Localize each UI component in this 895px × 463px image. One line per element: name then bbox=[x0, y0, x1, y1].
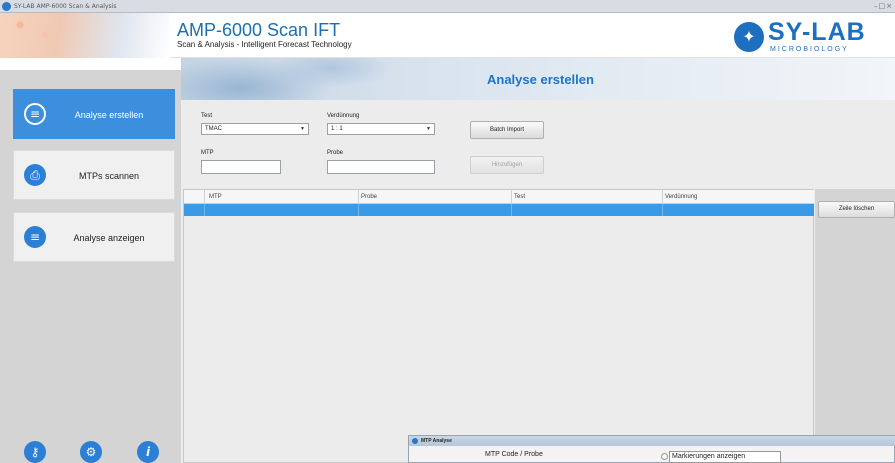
mtp-label: MTP bbox=[201, 150, 214, 156]
window-title: SY-LAB AMP-6000 Scan & Analysis bbox=[14, 3, 117, 10]
page-title: Analyse erstellen bbox=[487, 72, 594, 87]
show-markings-radio[interactable] bbox=[661, 453, 668, 460]
add-button[interactable]: Hinzufügen bbox=[470, 156, 544, 174]
column-header-verduennung[interactable]: Verdünnung bbox=[662, 190, 814, 204]
column-header-test[interactable]: Test bbox=[511, 190, 662, 204]
window-controls[interactable]: –□× bbox=[874, 1, 893, 12]
table-actions-panel bbox=[815, 189, 895, 463]
dilution-select[interactable]: 1 : 1 ▼ bbox=[327, 123, 435, 135]
sidebar-item-label: Analyse anzeigen bbox=[73, 233, 145, 243]
chevron-down-icon: ▼ bbox=[300, 126, 305, 132]
info-icon[interactable]: i bbox=[137, 441, 159, 463]
sidebar-item-label: Analyse erstellen bbox=[74, 110, 144, 120]
app-icon bbox=[412, 438, 418, 444]
sidebar-item-analyse-anzeigen[interactable]: ≡ Analyse anzeigen bbox=[13, 212, 175, 262]
dilution-label: Verdünnung bbox=[327, 113, 360, 119]
window-title-bar: SY-LAB AMP-6000 Scan & Analysis –□× bbox=[0, 0, 895, 13]
dilution-select-value: 1 : 1 bbox=[331, 126, 343, 132]
scanner-icon: ⎙ bbox=[24, 164, 46, 186]
sample-label: Probe bbox=[327, 150, 344, 156]
sample-input[interactable] bbox=[327, 160, 435, 174]
table-cell bbox=[358, 204, 511, 216]
mtp-code-label: MTP Code / Probe bbox=[485, 451, 543, 458]
sidebar-item-mtps-scannen[interactable]: ⎙ MTPs scannen bbox=[13, 150, 175, 200]
mtp-analysis-window: MTP Analyse MTP Code / Probe Markierunge… bbox=[408, 435, 895, 463]
maximize-icon[interactable]: □ bbox=[879, 2, 887, 10]
create-analysis-icon: ≡ bbox=[24, 103, 46, 125]
test-select-value: TMAC bbox=[205, 126, 222, 132]
brand-logo-text: SY-LAB bbox=[768, 18, 866, 46]
page-banner: Analyse erstellen bbox=[181, 58, 895, 100]
microplate-image bbox=[0, 13, 170, 58]
show-markings-label[interactable]: Markierungen anzeigen bbox=[669, 451, 781, 463]
table-row[interactable] bbox=[184, 204, 814, 216]
app-subtitle: Scan & Analysis - Intelligent Forecast T… bbox=[177, 40, 352, 49]
table-cell bbox=[204, 204, 358, 216]
list-icon: ≡ bbox=[24, 226, 46, 248]
table-cell bbox=[662, 204, 814, 216]
close-icon[interactable]: × bbox=[886, 2, 893, 10]
mtp-input[interactable] bbox=[201, 160, 281, 174]
brand-logo-subtext: MICROBIOLOGY bbox=[770, 46, 849, 53]
app-window: SY-LAB AMP-6000 Scan & Analysis –□× AMP-… bbox=[0, 0, 895, 463]
column-header-mtp[interactable]: MTP bbox=[204, 190, 358, 204]
column-header-probe[interactable]: Probe bbox=[358, 190, 511, 204]
sidebar-item-label: MTPs scannen bbox=[78, 171, 140, 181]
test-label: Test bbox=[201, 113, 213, 119]
chevron-down-icon: ▼ bbox=[426, 126, 431, 132]
table-cell bbox=[511, 204, 662, 216]
brand-logo-icon: ✦ bbox=[734, 22, 764, 52]
table-header: MTP Probe Test Verdünnung bbox=[184, 190, 814, 204]
app-header: AMP-6000 Scan IFT Scan & Analysis - Inte… bbox=[0, 13, 895, 58]
gear-icon[interactable]: ⚙ bbox=[80, 441, 102, 463]
app-title: AMP-6000 Scan IFT bbox=[177, 20, 341, 40]
user-key-icon[interactable]: ⚷ bbox=[24, 441, 46, 463]
test-select[interactable]: TMAC ▼ bbox=[201, 123, 309, 135]
app-icon bbox=[2, 2, 11, 11]
delete-row-button[interactable]: Zeile löschen bbox=[818, 201, 895, 218]
batch-import-button[interactable]: Batch Import bbox=[470, 121, 544, 139]
sidebar-item-analyse-erstellen[interactable]: ≡ Analyse erstellen bbox=[13, 89, 175, 139]
subwindow-title-bar: MTP Analyse bbox=[409, 436, 895, 446]
subwindow-title: MTP Analyse bbox=[421, 438, 452, 444]
analysis-table: MTP Probe Test Verdünnung bbox=[183, 189, 814, 463]
